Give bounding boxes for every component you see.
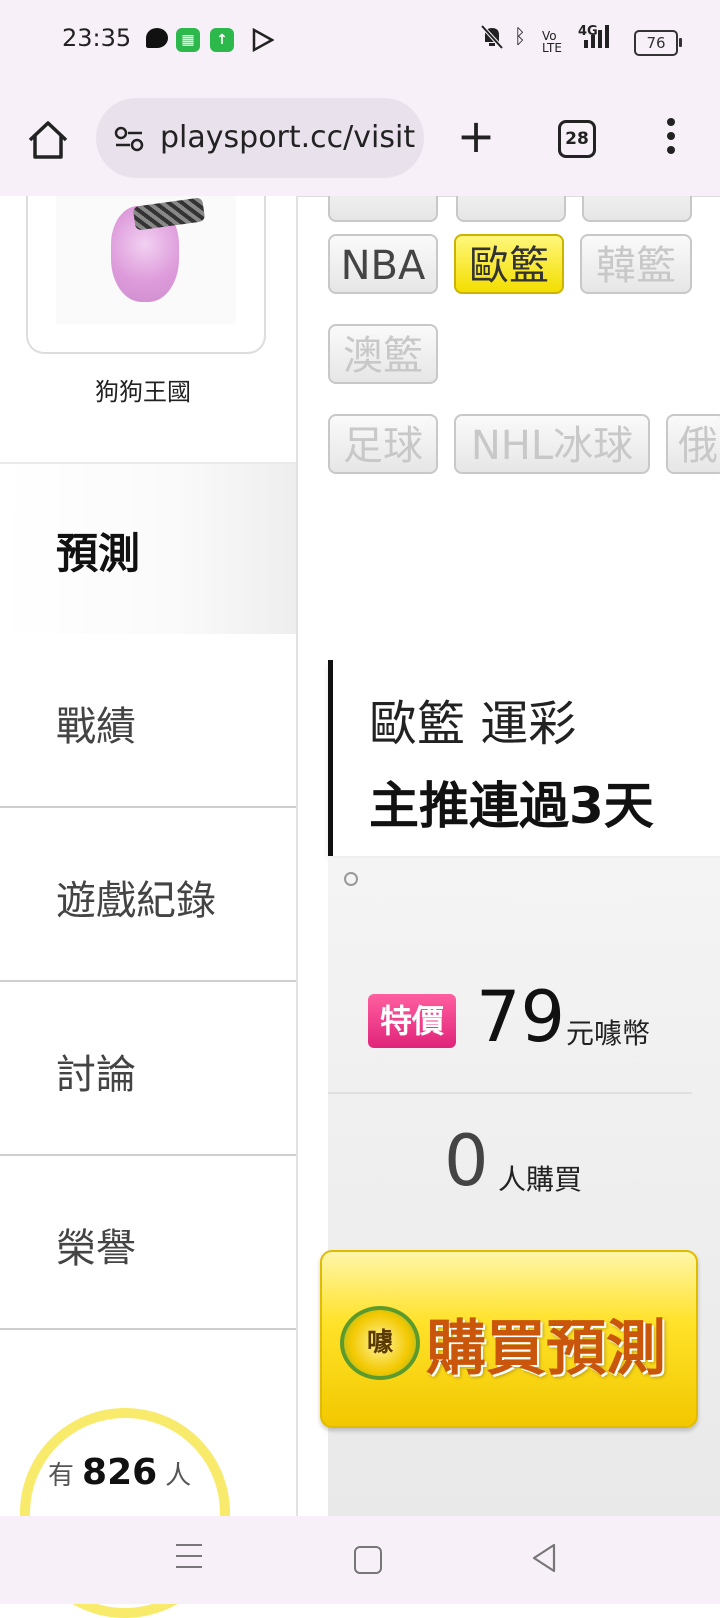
system-nav-bar bbox=[0, 1516, 720, 1604]
prediction-subtitle: 主推連過3天 bbox=[369, 777, 654, 835]
upload-icon: ↑ bbox=[210, 28, 234, 52]
coin-icon: 噱 bbox=[340, 1306, 420, 1380]
league-button-soccer[interactable]: 足球 bbox=[328, 414, 438, 474]
sidebar-item-discussion[interactable]: 討論 bbox=[0, 982, 296, 1156]
chat-icon bbox=[146, 28, 168, 48]
buy-prediction-button[interactable]: 噱 購買預測 bbox=[320, 1250, 698, 1428]
avatar-card[interactable] bbox=[26, 196, 266, 354]
sidebar-item-label: 討論 bbox=[56, 1052, 136, 1098]
prediction-title-box: 歐籃 運彩 主推連過3天 bbox=[328, 660, 720, 856]
battery-icon: 76 bbox=[634, 30, 682, 56]
price-unit: 元噱幣 bbox=[566, 1017, 651, 1050]
price-panel: 特價 79 元噱幣 0 人購買 噱 購買預測 bbox=[320, 858, 720, 1516]
divider bbox=[328, 1092, 692, 1094]
home-button[interactable] bbox=[26, 118, 70, 162]
sidebar-item-honor[interactable]: 榮譽 bbox=[0, 1156, 296, 1330]
prediction-title: 歐籃 運彩 bbox=[369, 696, 577, 752]
status-bar: 23:35 ▦ ↑ ᛒ Vo LTE 4G 76 bbox=[0, 0, 720, 84]
pin-icon bbox=[344, 872, 358, 886]
sidebar-item-game-log[interactable]: 遊戲紀錄 bbox=[0, 808, 296, 982]
browser-toolbar: playsport.cc/visit + 28 bbox=[0, 84, 720, 197]
sidebar-item-label: 預測 bbox=[56, 529, 141, 578]
address-bar[interactable]: playsport.cc/visit bbox=[96, 98, 424, 178]
main-content: NBA 歐籃 韓籃 澳籃 足球 NHL冰球 俄 歐籃 運彩 主推連過3天 特價 … bbox=[296, 196, 720, 1516]
league-button-nba[interactable]: NBA bbox=[328, 234, 438, 294]
avatar[interactable] bbox=[56, 196, 236, 324]
buyers-label: 人購買 bbox=[498, 1163, 583, 1196]
back-button[interactable] bbox=[530, 1542, 558, 1574]
sidebar-item-label: 遊戲紀錄 bbox=[56, 878, 216, 924]
sidebar-item-record[interactable]: 戰績 bbox=[0, 634, 296, 808]
league-button-euro-basketball[interactable]: 歐籃 bbox=[454, 234, 564, 294]
signal-icon bbox=[584, 25, 609, 48]
status-time: 23:35 bbox=[62, 24, 132, 52]
username[interactable]: 狗狗王國 bbox=[0, 372, 286, 407]
visitor-prefix: 有 bbox=[48, 1461, 75, 1491]
league-button-korea-basketball[interactable]: 韓籃 bbox=[580, 234, 692, 294]
sidebar-item-predict[interactable]: 預測 bbox=[0, 462, 296, 636]
bluetooth-icon: ᛒ bbox=[514, 24, 526, 48]
recent-apps-button[interactable] bbox=[176, 1544, 202, 1577]
league-button-russia[interactable]: 俄 bbox=[666, 414, 720, 474]
volte-label: Vo LTE bbox=[542, 29, 562, 55]
league-button-australia-basketball[interactable]: 澳籃 bbox=[328, 324, 438, 384]
visitor-suffix: 人 bbox=[165, 1461, 192, 1491]
system-home-button[interactable] bbox=[354, 1546, 382, 1574]
site-settings-icon[interactable] bbox=[114, 126, 144, 152]
visitor-count: 826 bbox=[82, 1452, 158, 1493]
url-text[interactable]: playsport.cc/visit bbox=[160, 120, 415, 155]
league-button-hidden[interactable] bbox=[328, 196, 438, 222]
sidebar-item-label: 榮譽 bbox=[56, 1226, 136, 1272]
tab-switcher-button[interactable]: 28 bbox=[558, 120, 596, 158]
league-button-nhl[interactable]: NHL冰球 bbox=[454, 414, 650, 474]
sale-badge: 特價 bbox=[368, 994, 456, 1048]
sidebar: 狗狗王國 預測 戰績 遊戲紀錄 討論 榮譽 有 826 人 bbox=[0, 196, 298, 1618]
more-menu-button[interactable] bbox=[664, 118, 678, 162]
app-icon: ▦ bbox=[176, 28, 200, 52]
new-tab-button[interactable]: + bbox=[456, 113, 496, 160]
mute-icon bbox=[480, 24, 504, 50]
play-store-icon bbox=[252, 28, 274, 52]
league-button-hidden[interactable] bbox=[582, 196, 692, 222]
buyers-count: 0 bbox=[444, 1120, 489, 1202]
buy-prediction-label: 購買預測 bbox=[426, 1314, 666, 1384]
league-button-hidden[interactable] bbox=[456, 196, 566, 222]
price-value: 79 bbox=[476, 976, 566, 1058]
sidebar-item-label: 戰績 bbox=[56, 704, 136, 750]
